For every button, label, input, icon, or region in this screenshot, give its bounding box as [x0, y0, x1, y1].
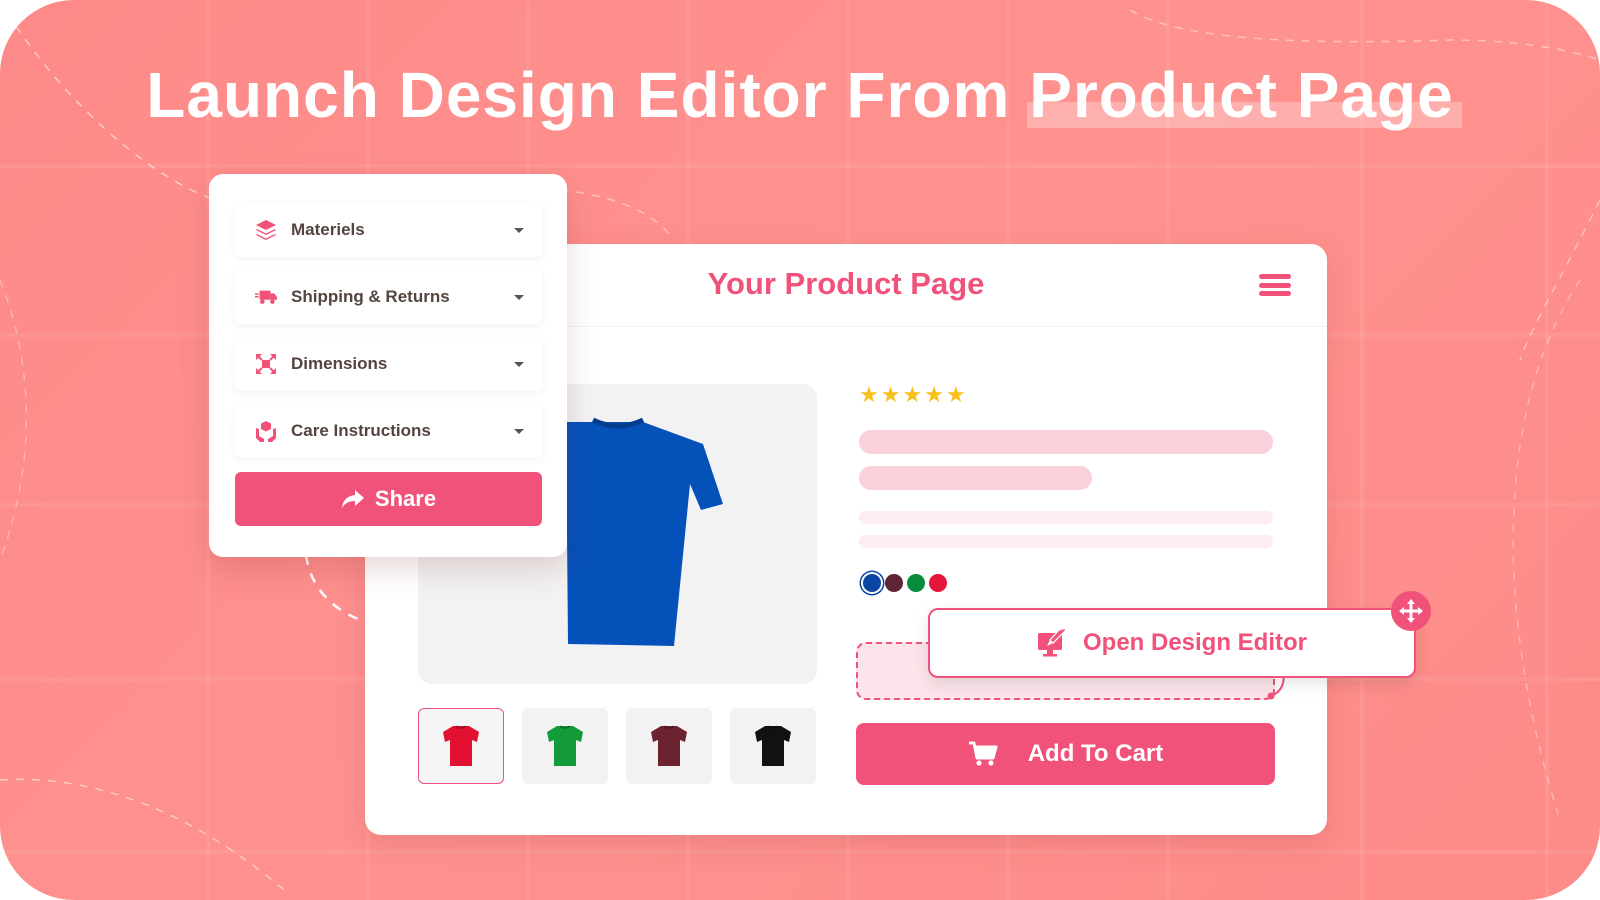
accordion-item-dimensions[interactable]: Dimensions — [235, 337, 542, 391]
tshirt-icon — [547, 725, 583, 766]
star-icon: ★ — [859, 382, 879, 407]
star-icon: ★ — [924, 382, 944, 407]
accordion-label: Shipping & Returns — [291, 287, 450, 306]
hamburger-icon[interactable] — [1259, 274, 1291, 296]
share-label: Share — [374, 486, 437, 511]
accordion-item-care-instructions[interactable]: Care Instructions — [235, 404, 542, 458]
tshirt-icon — [443, 725, 479, 766]
color-swatch-red[interactable] — [929, 574, 947, 592]
color-swatch-green[interactable] — [907, 574, 925, 592]
thumbnail-green[interactable] — [522, 708, 608, 784]
tshirt-icon — [651, 725, 687, 766]
accordion-item-shipping-returns[interactable]: Shipping & Returns — [235, 270, 542, 324]
add-to-cart-label: Add To Cart — [1027, 740, 1164, 767]
move-icon — [1399, 599, 1423, 623]
share-arrow-icon — [341, 490, 364, 508]
expand-icon — [255, 353, 277, 375]
star-icon: ★ — [902, 382, 923, 407]
page-headline: Launch Design Editor From Product Page — [0, 58, 1600, 132]
accordion-label: Materiels — [291, 220, 365, 239]
skeleton-title-line — [859, 430, 1273, 454]
grid-line — [0, 850, 1600, 854]
color-swatch-maroon[interactable] — [885, 574, 903, 592]
caret-down-icon — [514, 428, 524, 434]
thumbnail-list — [418, 708, 816, 784]
caret-down-icon — [514, 361, 524, 367]
open-design-editor-button[interactable]: Open Design Editor — [928, 608, 1416, 678]
thumbnail-red[interactable] — [418, 708, 504, 784]
star-icon: ★ — [945, 382, 966, 407]
grid-line — [1545, 0, 1549, 900]
cart-icon — [968, 741, 998, 766]
thumbnail-maroon[interactable] — [626, 708, 712, 784]
color-swatches — [863, 574, 947, 592]
hands-box-icon — [255, 420, 277, 442]
skeleton-text-line — [859, 511, 1273, 524]
layers-icon — [255, 219, 277, 241]
star-rating: ★ ★ ★ ★ ★ — [859, 384, 966, 406]
skeleton-text-line — [859, 535, 1273, 548]
skeleton-subtitle-line — [859, 466, 1092, 490]
accordion-label: Dimensions — [291, 354, 388, 373]
thumbnail-black[interactable] — [730, 708, 816, 784]
color-swatch-blue[interactable] — [863, 574, 881, 592]
headline-highlight: Product Page — [1027, 59, 1462, 131]
share-button[interactable]: Share — [235, 472, 542, 526]
grid-line — [1360, 0, 1364, 900]
grid-line — [0, 164, 1600, 168]
move-handle[interactable] — [1391, 591, 1431, 631]
headline-text: Launch Design Editor From — [146, 59, 1030, 131]
star-icon: ★ — [880, 382, 901, 407]
truck-icon — [255, 286, 277, 308]
monitor-brush-icon — [1037, 628, 1067, 657]
caret-down-icon — [514, 227, 524, 233]
open-design-editor-label: Open Design Editor — [1082, 629, 1307, 656]
add-to-cart-button[interactable]: Add To Cart — [856, 723, 1275, 785]
accordion-item-materiels[interactable]: Materiels — [235, 203, 542, 257]
accordion-label: Care Instructions — [291, 421, 431, 440]
caret-down-icon — [514, 294, 524, 300]
tshirt-icon — [755, 725, 791, 766]
product-info-accordion: Materiels Shipping & Returns Dimensions … — [209, 174, 567, 557]
